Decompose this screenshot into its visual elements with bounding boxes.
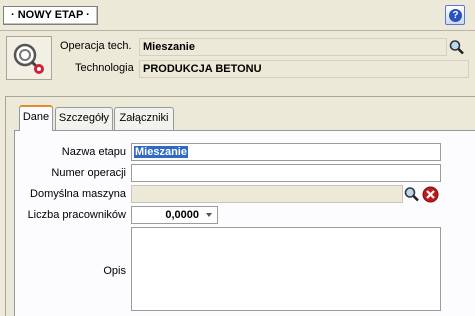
workers-count-label: Liczba pracowników bbox=[27, 209, 126, 221]
stage-name-field[interactable]: Mieszanie bbox=[131, 143, 441, 161]
help-icon: ? bbox=[449, 9, 462, 22]
operation-value: Mieszanie bbox=[139, 38, 447, 56]
operation-number-field[interactable] bbox=[131, 164, 441, 182]
technology-value: PRODUKCJA BETONU bbox=[139, 60, 469, 78]
tab-dane[interactable]: Dane bbox=[19, 105, 53, 131]
operation-label: Operacja tech. bbox=[60, 40, 132, 52]
tab-zalaczniki[interactable]: Załączniki bbox=[114, 107, 174, 130]
technology-label: Technologia bbox=[75, 62, 134, 74]
operation-number-label: Numer operacji bbox=[51, 167, 126, 179]
clear-icon[interactable] bbox=[422, 186, 439, 203]
window-title: · NOWY ETAP · bbox=[3, 6, 98, 25]
default-machine-field[interactable] bbox=[131, 185, 403, 203]
stage-name-value: Mieszanie bbox=[134, 146, 188, 158]
title-bar: · NOWY ETAP · ? bbox=[0, 0, 475, 30]
chevron-down-icon[interactable] bbox=[205, 212, 213, 218]
stage-name-label: Nazwa etapu bbox=[61, 146, 126, 158]
magnifier-operation-icon bbox=[13, 43, 44, 74]
tab-szczegoly[interactable]: Szczegóły bbox=[55, 107, 113, 130]
default-machine-label: Domyślna maszyna bbox=[30, 188, 126, 200]
machine-search-icon[interactable] bbox=[403, 186, 421, 202]
description-field[interactable] bbox=[131, 227, 441, 311]
description-label: Opis bbox=[103, 265, 126, 277]
help-button[interactable]: ? bbox=[445, 5, 465, 25]
search-icon[interactable] bbox=[448, 39, 466, 55]
operation-logo bbox=[6, 36, 52, 80]
header-panel: Operacja tech. Mieszanie Technologia PRO… bbox=[0, 31, 475, 86]
